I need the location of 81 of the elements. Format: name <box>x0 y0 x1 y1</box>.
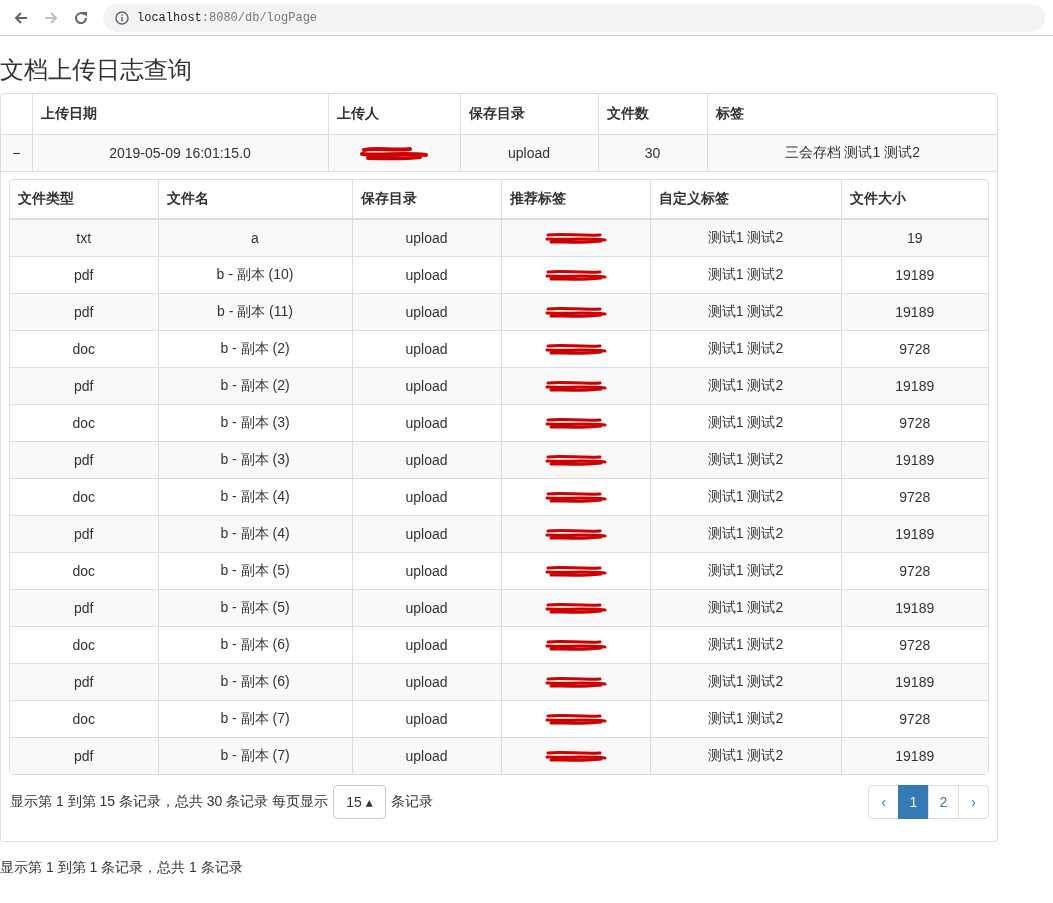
redaction-mark <box>544 453 607 467</box>
table-cell: b - 副本 (3) <box>158 441 352 479</box>
redaction-mark <box>544 305 607 319</box>
table-cell: b - 副本 (4) <box>158 515 352 553</box>
url-host: localhost <box>137 10 202 25</box>
url-path: :8080/db/logPage <box>201 10 318 25</box>
table-cell: b - 副本 (11) <box>158 293 352 331</box>
address-bar[interactable]: localhost:8080/db/logPage <box>103 3 1045 32</box>
pagination-suffix: 条记录 <box>390 793 433 811</box>
redaction-mark <box>360 145 428 161</box>
redaction-mark <box>544 749 607 763</box>
table-cell: b - 副本 (6) <box>158 663 352 701</box>
table-cell: pdf <box>10 293 158 331</box>
table-cell: upload <box>352 441 501 479</box>
table-cell: 测试1 测试2 <box>650 219 841 257</box>
column-header: 上传人 <box>328 94 460 135</box>
table-cell: pdf <box>10 441 158 479</box>
redaction-mark <box>544 416 607 430</box>
table-cell: upload <box>352 367 501 405</box>
table-cell: 测试1 测试2 <box>650 515 841 553</box>
reload-icon[interactable] <box>73 9 89 26</box>
column-header: 保存目录 <box>460 94 598 135</box>
table-cell: upload <box>460 134 598 172</box>
table-cell: pdf <box>10 737 158 774</box>
table-cell: 19189 <box>841 589 988 627</box>
table-cell: upload <box>352 663 501 701</box>
column-header: 文件数 <box>598 94 707 135</box>
back-icon[interactable] <box>13 9 29 26</box>
table-cell: 测试1 测试2 <box>650 663 841 701</box>
table-cell: 测试1 测试2 <box>650 293 841 331</box>
table-cell: 19 <box>841 219 988 257</box>
table-cell: 30 <box>598 134 707 172</box>
table-cell: 测试1 测试2 <box>650 737 841 774</box>
redaction-mark <box>544 268 607 282</box>
redaction-mark <box>544 638 607 652</box>
column-header: 标签 <box>707 94 997 135</box>
table-cell: upload <box>352 515 501 553</box>
table-cell: 测试1 测试2 <box>650 441 841 479</box>
table-cell: 三会存档 测试1 测试2 <box>707 134 997 172</box>
table-cell: 测试1 测试2 <box>650 367 841 405</box>
table-cell: 测试1 测试2 <box>650 589 841 627</box>
pagination-info: 显示第 1 到第 1 条记录，总共 1 条记录 <box>0 859 244 877</box>
redaction-mark <box>544 712 607 726</box>
table-cell: b - 副本 (2) <box>158 367 352 405</box>
page-link[interactable]: ‹ <box>868 785 899 819</box>
redaction-mark <box>544 675 607 689</box>
page-link[interactable]: 1 <box>898 785 929 819</box>
table-cell: 2019-05-09 16:01:15.0 <box>32 134 328 172</box>
expand-toggle[interactable]: − <box>1 134 32 172</box>
page-title: 文档上传日志查询 <box>0 56 193 84</box>
table-cell: upload <box>352 737 501 774</box>
page-size-dropdown[interactable]: 15 ▴ <box>333 785 386 819</box>
table-cell: txt <box>10 219 158 257</box>
redaction-mark <box>544 231 607 245</box>
redaction-mark <box>544 490 607 504</box>
table-cell: a <box>158 219 352 257</box>
table-cell: 19189 <box>841 515 988 553</box>
redaction-mark <box>544 601 607 615</box>
pagination-info: 显示第 1 到第 15 条记录，总共 30 条记录 每页显示 <box>10 793 329 811</box>
table-cell: pdf <box>10 367 158 405</box>
column-header: 上传日期 <box>32 94 328 135</box>
redaction-mark <box>544 564 607 578</box>
table-cell: 19189 <box>841 441 988 479</box>
table-cell: b - 副本 (7) <box>158 737 352 774</box>
table-cell: upload <box>352 219 501 257</box>
table-cell: 19189 <box>841 293 988 331</box>
table-cell: pdf <box>10 663 158 701</box>
table-cell: upload <box>352 589 501 627</box>
redaction-mark <box>544 527 607 541</box>
table-cell: 19189 <box>841 367 988 405</box>
page-link[interactable]: 2 <box>928 785 959 819</box>
redaction-mark <box>544 379 607 393</box>
info-icon <box>115 10 129 25</box>
table-cell: 19189 <box>841 737 988 774</box>
page-link[interactable]: › <box>958 785 989 819</box>
table-cell: pdf <box>10 515 158 553</box>
redaction-mark <box>544 342 607 356</box>
table-cell: 19189 <box>841 663 988 701</box>
table-cell: upload <box>352 293 501 331</box>
table-cell: pdf <box>10 589 158 627</box>
table-cell: b - 副本 (5) <box>158 589 352 627</box>
